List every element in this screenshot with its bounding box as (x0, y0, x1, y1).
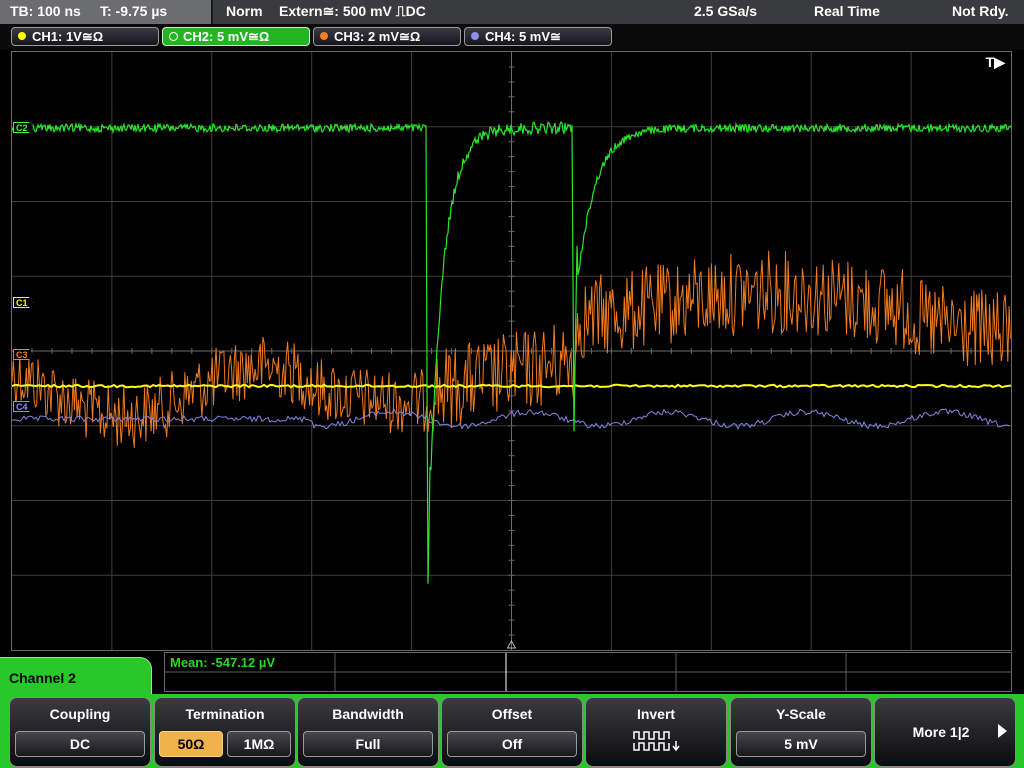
bandwidth-softkey[interactable]: Bandwidth Full (297, 697, 439, 767)
termination-label: Termination (185, 706, 265, 722)
acquisition-mode: Real Time (814, 3, 880, 19)
coupling-value[interactable]: DC (15, 731, 145, 757)
more-softkey[interactable]: More 1|2 (874, 697, 1016, 767)
channel-tab-label: CH4: 5 mV≅ (485, 29, 561, 44)
sample-rate: 2.5 GSa/s (694, 3, 758, 19)
waveform-svg (12, 52, 1011, 650)
ch2-indicator-icon (169, 32, 178, 41)
menu-title: Channel 2 (9, 670, 76, 686)
status-bar: TB: 100 ns T: -9.75 µs Norm Extern≅: 500… (0, 0, 1024, 24)
ch1-trace (12, 383, 1011, 389)
termination-50-ohm[interactable]: 50Ω (159, 731, 223, 757)
offset-softkey[interactable]: Offset Off (441, 697, 583, 767)
channel-tab-ch4[interactable]: CH4: 5 mV≅ (464, 27, 612, 46)
channel-tab-ch3[interactable]: CH3: 2 mV≅Ω (313, 27, 461, 46)
yscale-softkey[interactable]: Y-Scale 5 mV (730, 697, 872, 767)
trigger-source[interactable]: Extern≅: 500 mV ⎍DC (279, 3, 426, 20)
channel-tab-label: CH3: 2 mV≅Ω (334, 29, 421, 44)
trigger-time-readout: T: -9.75 µs (100, 3, 168, 19)
trigger-position-icon: T▶ (985, 54, 1005, 70)
bandwidth-value[interactable]: Full (303, 731, 433, 757)
ch1-indicator-icon (18, 32, 26, 40)
measurement-panel: Mean: -547.12 µV (164, 652, 1012, 692)
offset-value[interactable]: Off (447, 731, 577, 757)
termination-1m-ohm[interactable]: 1MΩ (227, 731, 291, 757)
ready-state: Not Rdy. (952, 3, 1009, 19)
measurement-grid (165, 653, 1011, 691)
timebase-readout: TB: 100 ns (10, 3, 81, 19)
bandwidth-label: Bandwidth (332, 706, 404, 722)
more-label: More 1|2 (912, 724, 970, 740)
coupling-label: Coupling (49, 706, 111, 722)
invert-label: Invert (636, 706, 676, 722)
channel-tab-label: CH2: 5 mV≅Ω (183, 29, 270, 44)
coupling-softkey[interactable]: Coupling DC (9, 697, 151, 767)
termination-softkey[interactable]: Termination 50Ω 1MΩ (154, 697, 296, 767)
mean-measurement: Mean: -547.12 µV (170, 655, 276, 670)
channel-tabs: CH1: 1V≅Ω CH2: 5 mV≅Ω CH3: 2 mV≅Ω CH4: 5… (0, 24, 1024, 50)
channel-tab-ch1[interactable]: CH1: 1V≅Ω (11, 27, 159, 46)
invert-softkey[interactable]: Invert (585, 697, 727, 767)
ch4-indicator-icon (471, 32, 479, 40)
channel-tab-ch2[interactable]: CH2: 5 mV≅Ω (162, 27, 310, 46)
channel-tab-label: CH1: 1V≅Ω (32, 29, 104, 44)
yscale-value[interactable]: 5 mV (736, 731, 866, 757)
menu-title-tab[interactable]: Channel 2 (0, 657, 152, 699)
ch3-indicator-icon (320, 32, 328, 40)
offset-label: Offset (491, 706, 533, 722)
trigger-mode[interactable]: Norm (226, 3, 263, 19)
waveform-display[interactable]: T▶ C1 C2 C3 C4 (11, 51, 1012, 651)
arrow-right-icon (998, 724, 1007, 738)
invert-waveform-icon (633, 731, 680, 752)
yscale-label: Y-Scale (776, 706, 826, 722)
timebase-box[interactable]: TB: 100 ns T: -9.75 µs (0, 0, 213, 24)
